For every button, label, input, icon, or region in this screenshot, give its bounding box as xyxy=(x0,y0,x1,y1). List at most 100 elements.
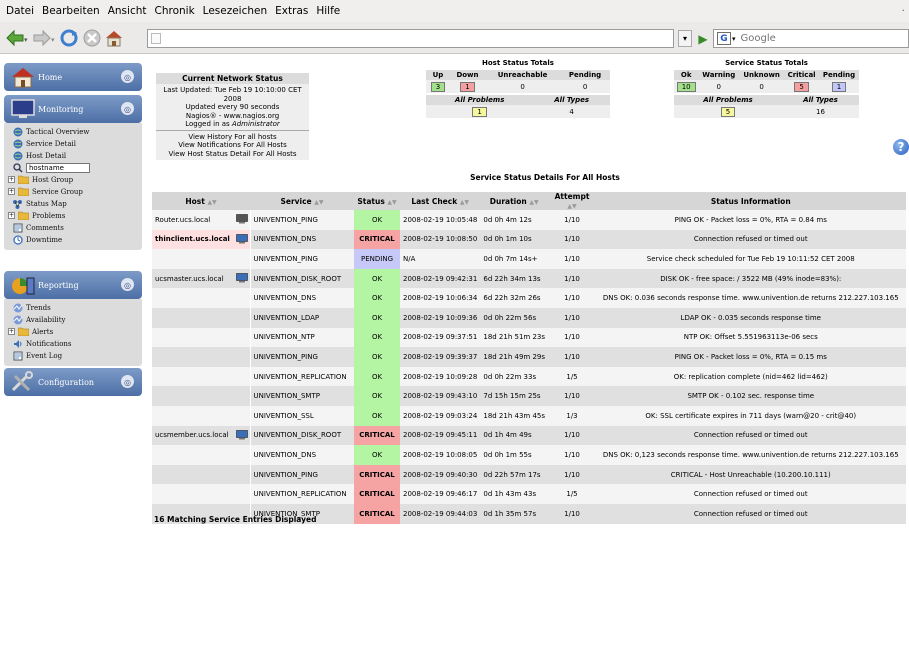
host-col-pending[interactable]: Pending xyxy=(560,70,610,80)
host-up-count[interactable]: 3 xyxy=(430,81,446,92)
url-bar[interactable] xyxy=(147,29,674,48)
sidebar-item-status-map[interactable]: Status Map xyxy=(4,198,142,209)
reload-button[interactable] xyxy=(58,27,80,49)
col-host[interactable]: Host ▲▼ xyxy=(152,192,250,210)
service-cell[interactable]: UNIVENTION_PING xyxy=(250,249,354,269)
service-cell[interactable]: UNIVENTION_DISK_ROOT xyxy=(250,268,354,289)
host-computer-icon[interactable] xyxy=(235,214,248,224)
host-col-unreachable[interactable]: Unreachable xyxy=(485,70,561,80)
host-name[interactable]: ucsmember.ucs.local xyxy=(155,431,229,439)
sidebar-item-service-detail[interactable]: Service Detail xyxy=(4,138,142,149)
service-cell[interactable]: UNIVENTION_SMTP xyxy=(250,386,354,406)
sidebar-item-downtime[interactable]: Downtime xyxy=(4,234,142,245)
host-computer-icon[interactable] xyxy=(235,233,248,244)
svc-col-warning[interactable]: Warning xyxy=(698,70,740,80)
svc-col-unknown[interactable]: Unknown xyxy=(739,70,785,80)
service-cell[interactable]: UNIVENTION_PING xyxy=(250,347,354,367)
help-icon[interactable]: ? xyxy=(893,139,909,155)
host-computer-icon[interactable] xyxy=(235,429,248,440)
col-attempt[interactable]: Attempt ▲▼ xyxy=(548,192,597,210)
svc-ok-count[interactable]: 10 xyxy=(676,81,696,92)
host-col-down[interactable]: Down xyxy=(449,70,485,80)
sidebar-item-event-log[interactable]: Event Log xyxy=(4,350,142,361)
host-all-problems-header[interactable]: All Problems xyxy=(426,95,534,105)
menu-lesezeichen[interactable]: Lesezeichen xyxy=(199,5,272,17)
collapse-icon[interactable]: ◎ xyxy=(121,375,134,388)
forward-dropdown-icon[interactable]: ▾ xyxy=(51,36,55,44)
service-cell[interactable]: UNIVENTION_DNS xyxy=(250,288,354,308)
back-dropdown-icon[interactable]: ▾ xyxy=(24,36,28,44)
col-status[interactable]: Status ▲▼ xyxy=(354,192,400,210)
sidebar-item-trends[interactable]: Trends xyxy=(4,302,142,313)
expand-icon[interactable]: + xyxy=(8,176,15,183)
engine-dropdown-icon[interactable]: ▾ xyxy=(732,35,736,43)
service-cell[interactable]: UNIVENTION_DISK_ROOT xyxy=(250,425,354,446)
sidebar-item-alerts[interactable]: + Alerts xyxy=(4,326,142,337)
svc-col-ok[interactable]: Ok xyxy=(674,70,699,80)
sort-arrows-icon[interactable]: ▲▼ xyxy=(567,203,576,210)
host-name[interactable]: ucsmaster.ucs.local xyxy=(155,275,224,283)
col-duration[interactable]: Duration ▲▼ xyxy=(480,192,549,210)
sidebar-item-problems[interactable]: + Problems xyxy=(4,210,142,221)
host-name[interactable]: Router.ucs.local xyxy=(155,216,210,224)
svc-pending-count[interactable]: 1 xyxy=(831,81,847,92)
host-cell[interactable]: thinclient.ucs.local xyxy=(152,229,251,250)
host-computer-icon[interactable] xyxy=(235,272,248,283)
service-cell[interactable]: UNIVENTION_NTP xyxy=(250,327,354,348)
svc-col-pending[interactable]: Pending xyxy=(819,70,859,80)
host-name[interactable]: thinclient.ucs.local xyxy=(155,235,230,243)
monitoring-header[interactable]: Monitoring ◎ xyxy=(4,95,142,123)
link-host-status-detail[interactable]: View Host Status Detail For All Hosts xyxy=(156,150,309,159)
link-notifications[interactable]: View Notifications For All Hosts xyxy=(156,141,309,150)
sidebar-item-service-group[interactable]: + Service Group xyxy=(4,186,142,197)
host-down-count[interactable]: 1 xyxy=(460,81,475,92)
host-all-problems-count[interactable]: 1 xyxy=(472,106,487,117)
menu-datei[interactable]: Datei xyxy=(2,5,38,17)
search-box[interactable]: G ▾ xyxy=(713,29,909,48)
home-header[interactable]: Home ◎ xyxy=(4,63,142,91)
svc-all-problems-header[interactable]: All Problems xyxy=(674,95,782,105)
col-service[interactable]: Service ▲▼ xyxy=(250,192,354,210)
service-cell[interactable]: UNIVENTION_REPLICATION xyxy=(250,484,354,504)
url-dropdown-button[interactable]: ▾ xyxy=(678,30,692,47)
sidebar-item-host-detail[interactable]: Host Detail xyxy=(4,150,142,161)
stop-button[interactable] xyxy=(81,27,103,49)
sort-arrows-icon[interactable]: ▲▼ xyxy=(460,199,469,206)
sort-arrows-icon[interactable]: ▲▼ xyxy=(207,199,216,206)
col-last-check[interactable]: Last Check ▲▼ xyxy=(400,192,481,210)
svc-critical-count[interactable]: 5 xyxy=(794,81,809,92)
link-history[interactable]: View History For all hosts xyxy=(156,133,309,142)
menu-hilfe[interactable]: Hilfe xyxy=(312,5,344,17)
host-cell[interactable]: ucsmaster.ucs.local xyxy=(152,268,251,289)
sidebar-item-notifications[interactable]: Notifications xyxy=(4,338,142,349)
sidebar-item-availability[interactable]: Availability xyxy=(4,314,142,325)
search-input[interactable] xyxy=(738,32,889,45)
service-cell[interactable]: UNIVENTION_DNS xyxy=(250,445,354,465)
go-button[interactable]: ▶ xyxy=(696,30,710,47)
svc-all-problems-count[interactable]: 5 xyxy=(720,106,736,117)
collapse-icon[interactable]: ◎ xyxy=(121,70,134,83)
host-cell[interactable]: Router.ucs.local xyxy=(152,210,251,230)
sort-arrows-icon[interactable]: ▲▼ xyxy=(387,199,396,206)
host-col-up[interactable]: Up xyxy=(426,70,450,80)
google-engine-icon[interactable]: G xyxy=(717,32,731,45)
menu-bearbeiten[interactable]: Bearbeiten xyxy=(38,5,104,17)
menu-extras[interactable]: Extras xyxy=(271,5,312,17)
expand-icon[interactable]: + xyxy=(8,188,15,195)
sidebar-item-host-group[interactable]: + Host Group xyxy=(4,174,142,185)
home-button[interactable] xyxy=(103,27,125,49)
configuration-header[interactable]: Configuration ◎ xyxy=(4,368,142,396)
forward-button[interactable] xyxy=(31,27,53,49)
service-cell[interactable]: UNIVENTION_PING xyxy=(250,464,354,485)
sort-arrows-icon[interactable]: ▲▼ xyxy=(314,199,323,206)
menu-chronik[interactable]: Chronik xyxy=(151,5,199,17)
service-cell[interactable]: UNIVENTION_PING xyxy=(250,210,354,230)
collapse-icon[interactable]: ◎ xyxy=(121,102,134,115)
expand-icon[interactable]: + xyxy=(8,212,15,219)
collapse-icon[interactable]: ◎ xyxy=(121,278,134,291)
service-cell[interactable]: UNIVENTION_DNS xyxy=(250,229,354,250)
expand-icon[interactable]: + xyxy=(8,328,15,335)
service-cell[interactable]: UNIVENTION_SSL xyxy=(250,405,354,426)
sidebar-item-tactical-overview[interactable]: Tactical Overview xyxy=(4,126,142,137)
host-all-types-header[interactable]: All Types xyxy=(533,95,610,105)
